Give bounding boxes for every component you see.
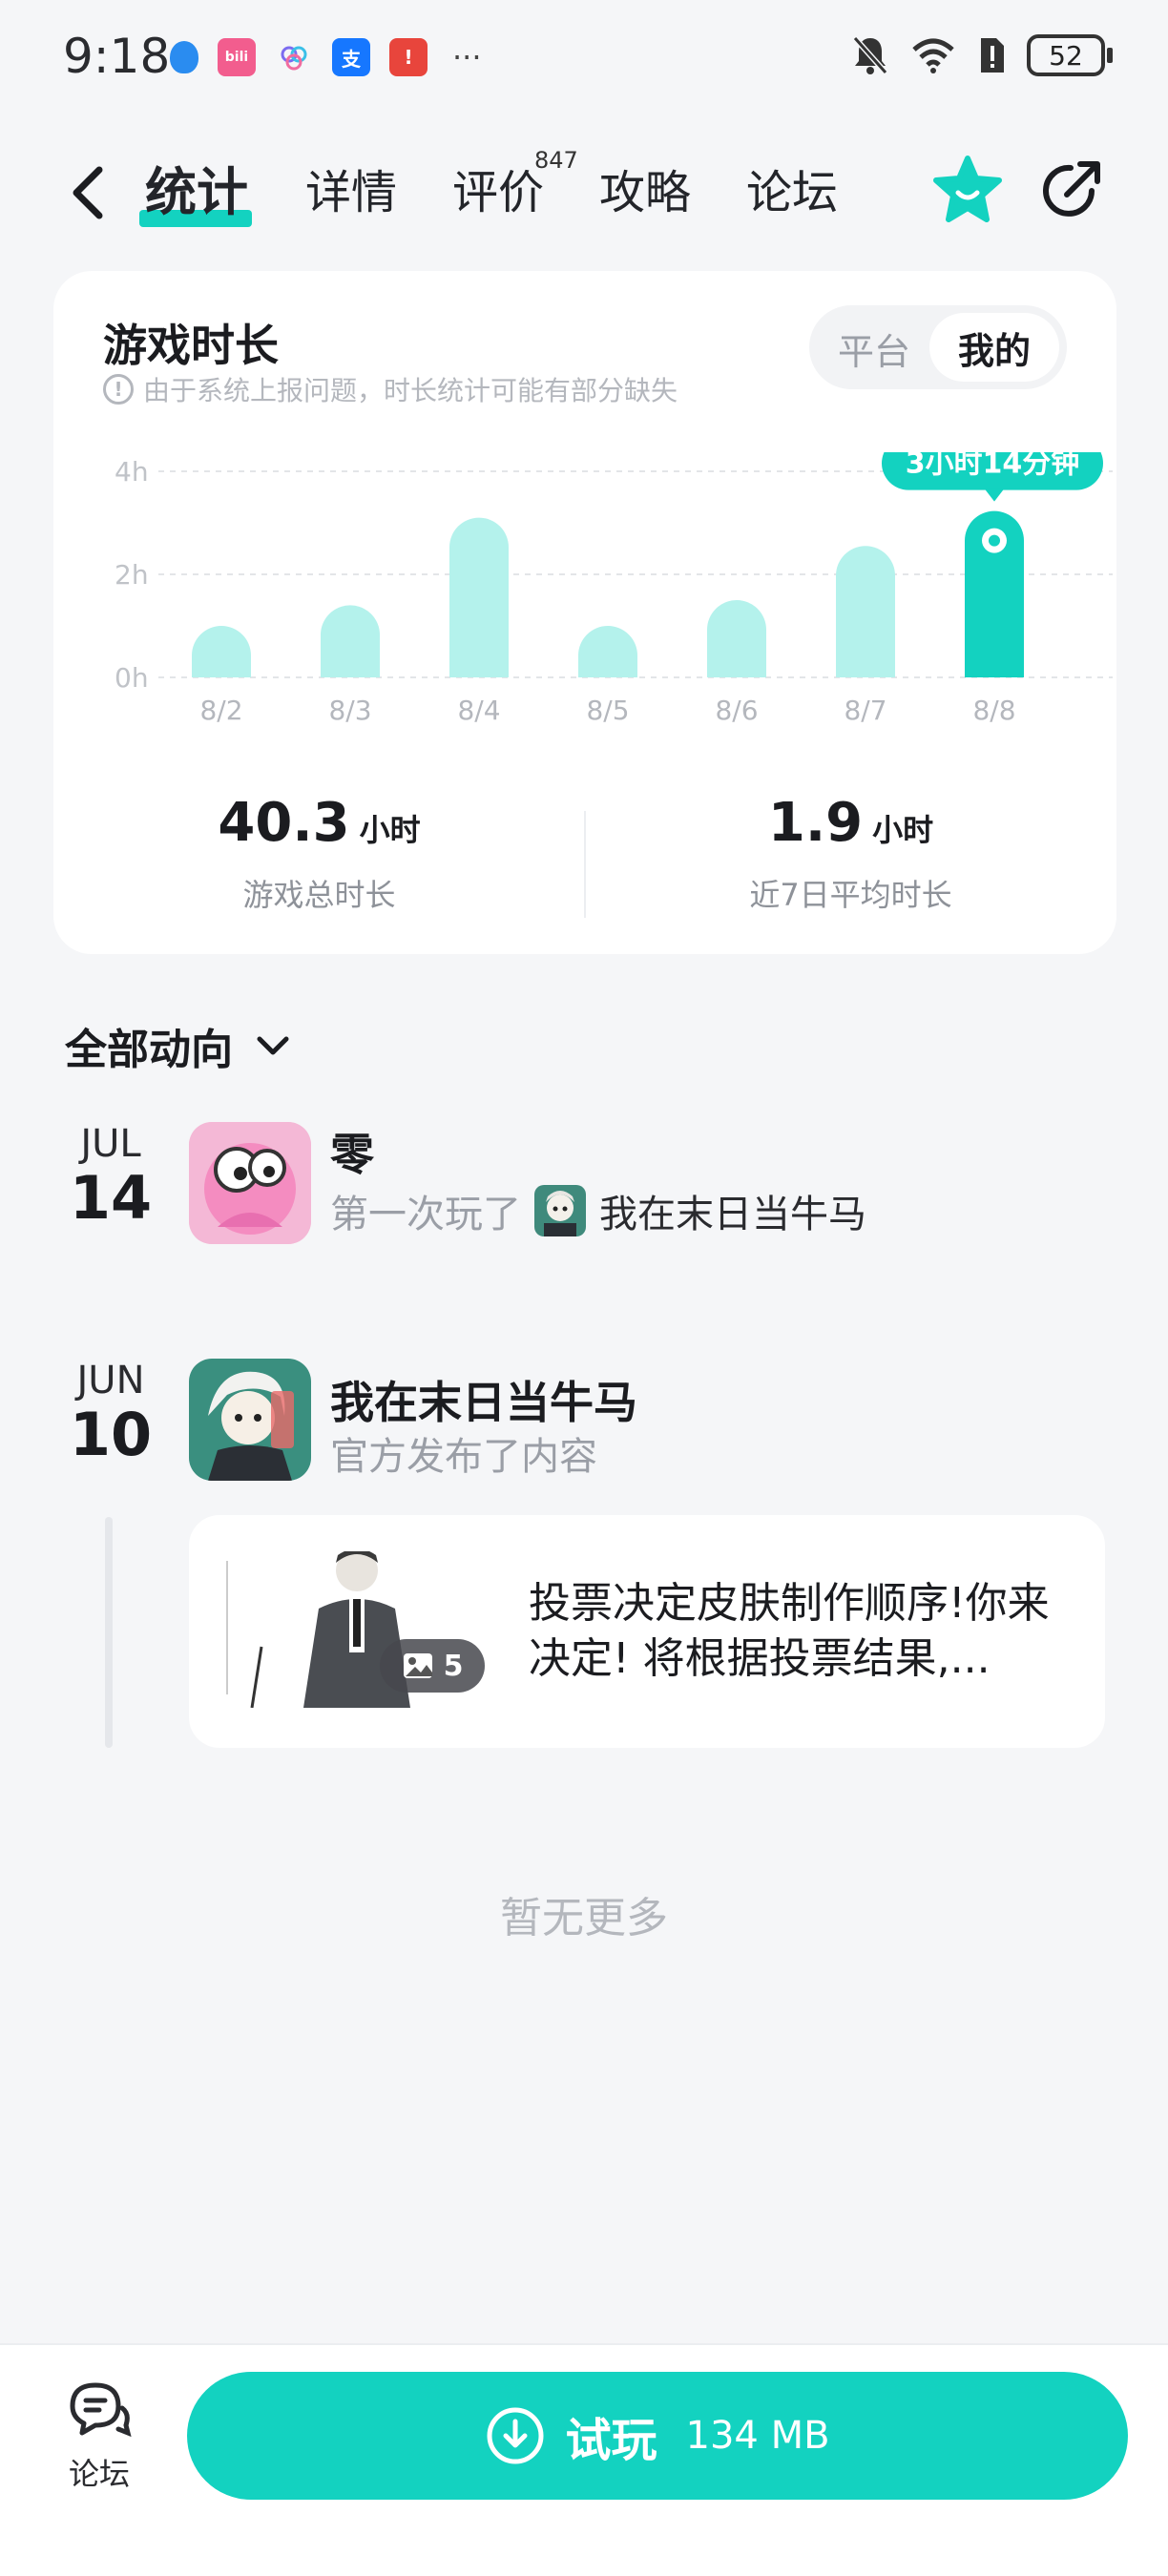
sim-alert-icon (981, 38, 1004, 73)
total-stat: 40.3 小时 游戏总时长 (53, 792, 585, 915)
x-tick-label: 8/4 (457, 695, 500, 726)
reviews-count-badge: 847 (534, 147, 578, 174)
shield-icon (170, 41, 198, 73)
bar[interactable] (321, 605, 380, 677)
end-of-list-text: 暂无更多 (500, 1894, 668, 1942)
image-icon (403, 1653, 432, 1678)
avatar[interactable] (189, 1122, 311, 1244)
feed-game-link[interactable]: 我在末日当牛马 (599, 1183, 866, 1238)
card-note: ! 由于系统上报问题，时长统计可能有部分缺失 (103, 370, 678, 408)
back-icon[interactable] (63, 164, 113, 221)
y-tick-label: 2h (115, 559, 149, 591)
card-title: 游戏时长 (103, 320, 279, 371)
toggle-mine[interactable]: 我的 (929, 313, 1059, 382)
status-time: 9:18 (63, 29, 171, 84)
activity-filter[interactable]: 全部动向 (65, 1015, 292, 1076)
favorite-star-icon[interactable] (931, 155, 1004, 227)
forum-label: 论坛 (68, 2456, 130, 2492)
activity-filter-label: 全部动向 (65, 1026, 233, 1074)
feed-day: 14 (69, 1163, 153, 1233)
feed-day: 10 (69, 1400, 153, 1469)
info-icon: ! (103, 374, 134, 405)
average-value: 1.9 (767, 792, 864, 854)
bar[interactable] (707, 600, 766, 677)
bar[interactable] (836, 546, 895, 677)
x-tick-label: 8/3 (328, 695, 371, 726)
play-label: 试玩 (565, 2414, 657, 2467)
x-tick-label: 8/2 (199, 695, 242, 726)
play-time-card: 游戏时长 ! 由于系统上报问题，时长统计可能有部分缺失 平台 我的 0h 2h 4h… (53, 271, 1116, 954)
tab-stats[interactable]: 统计 (145, 162, 248, 223)
value-tooltip-pointer (985, 488, 1004, 502)
feed-action-text: 官方发布了内容 (330, 1435, 597, 1479)
x-tick-label: 8/6 (715, 695, 758, 726)
total-label: 游戏总时长 (242, 877, 396, 913)
post-thumbnail[interactable]: 5 (223, 1551, 494, 1708)
alert-app-icon: ! (389, 38, 428, 76)
mute-icon (852, 36, 888, 74)
y-tick-label: 4h (115, 456, 149, 488)
download-icon (487, 2407, 544, 2464)
feed-date: JUL 14 (63, 1122, 158, 1231)
share-icon[interactable] (1038, 156, 1105, 223)
thread-line (105, 1517, 113, 1748)
feed-date: JUN 10 (63, 1359, 158, 1467)
post-text[interactable]: 投票决定皮肤制作顺序!你来决定! 将根据投票结果,... (529, 1576, 1074, 1687)
forum-icon (70, 2382, 132, 2438)
image-count-badge: 5 (380, 1639, 485, 1693)
average-stat: 1.9 小时 近7日平均时长 (585, 792, 1116, 915)
game-mini-icon[interactable] (534, 1185, 586, 1236)
bar[interactable] (578, 626, 637, 677)
status-app-icons: bili 支 ! ··· (170, 38, 482, 76)
bilibili-icon: bili (218, 38, 256, 76)
toggle-platform[interactable]: 平台 (838, 322, 910, 375)
value-tooltip-label: 3小时14分钟 (906, 452, 1080, 481)
chevron-down-icon (257, 1036, 289, 1055)
wifi-icon (912, 38, 954, 73)
download-size: 134 MB (685, 2414, 830, 2458)
play-time-chart: 0h 2h 4h 8/2 8/3 8/4 8/5 8/6 8/7 8/8 3小时14分钟 (115, 452, 1113, 726)
feed-action: 第一次玩了 我在末日当牛马 (330, 1183, 866, 1238)
bottom-bar: 论坛 试玩 134 MB (0, 2343, 1168, 2576)
feed-action: 官方发布了内容 (330, 1425, 597, 1481)
alipay-icon: 支 (332, 38, 370, 76)
status-right: 52 (851, 34, 1113, 76)
more-notifications-icon: ··· (452, 39, 482, 75)
battery-indicator: 52 (1027, 34, 1113, 76)
selected-bar-marker-center (989, 534, 1000, 547)
card-note-text: 由于系统上报问题，时长统计可能有部分缺失 (143, 375, 678, 406)
tab-guides[interactable]: 攻略 (599, 162, 691, 223)
feed-month: JUN (76, 1359, 145, 1402)
game-avatar[interactable] (189, 1359, 311, 1481)
average-unit: 小时 (872, 812, 934, 848)
x-tick-label: 8/5 (586, 695, 629, 726)
x-tick-label: 8/8 (972, 695, 1015, 726)
trial-play-button[interactable]: 试玩 134 MB (187, 2372, 1128, 2500)
bar[interactable] (449, 517, 509, 677)
feed-user-name[interactable]: 零 (330, 1120, 374, 1183)
tab-details[interactable]: 详情 (305, 162, 397, 223)
feed-game-name[interactable]: 我在末日当牛马 (330, 1368, 637, 1431)
forum-button[interactable]: 论坛 (50, 2379, 149, 2513)
cloud-icon (275, 38, 313, 76)
feed-month: JUL (80, 1122, 141, 1166)
post-card[interactable]: 5 投票决定皮肤制作顺序!你来决定! 将根据投票结果,... (189, 1515, 1105, 1748)
total-value: 40.3 (218, 792, 350, 854)
platform-toggle: 平台 我的 (809, 305, 1067, 389)
average-label: 近7日平均时长 (749, 877, 952, 913)
tab-forum[interactable]: 论坛 (746, 162, 838, 223)
image-count: 5 (443, 1649, 464, 1683)
total-unit: 小时 (359, 812, 421, 848)
top-nav: 统计 详情 评价 847 攻略 论坛 (0, 143, 1168, 248)
status-bar: 9:18 bili 支 ! ··· 52 (0, 0, 1168, 114)
tab-reviews[interactable]: 评价 (452, 162, 544, 223)
bar[interactable] (192, 626, 251, 677)
y-tick-label: 0h (115, 662, 149, 694)
x-tick-label: 8/7 (844, 695, 886, 726)
feed-action-text: 第一次玩了 (330, 1193, 521, 1236)
